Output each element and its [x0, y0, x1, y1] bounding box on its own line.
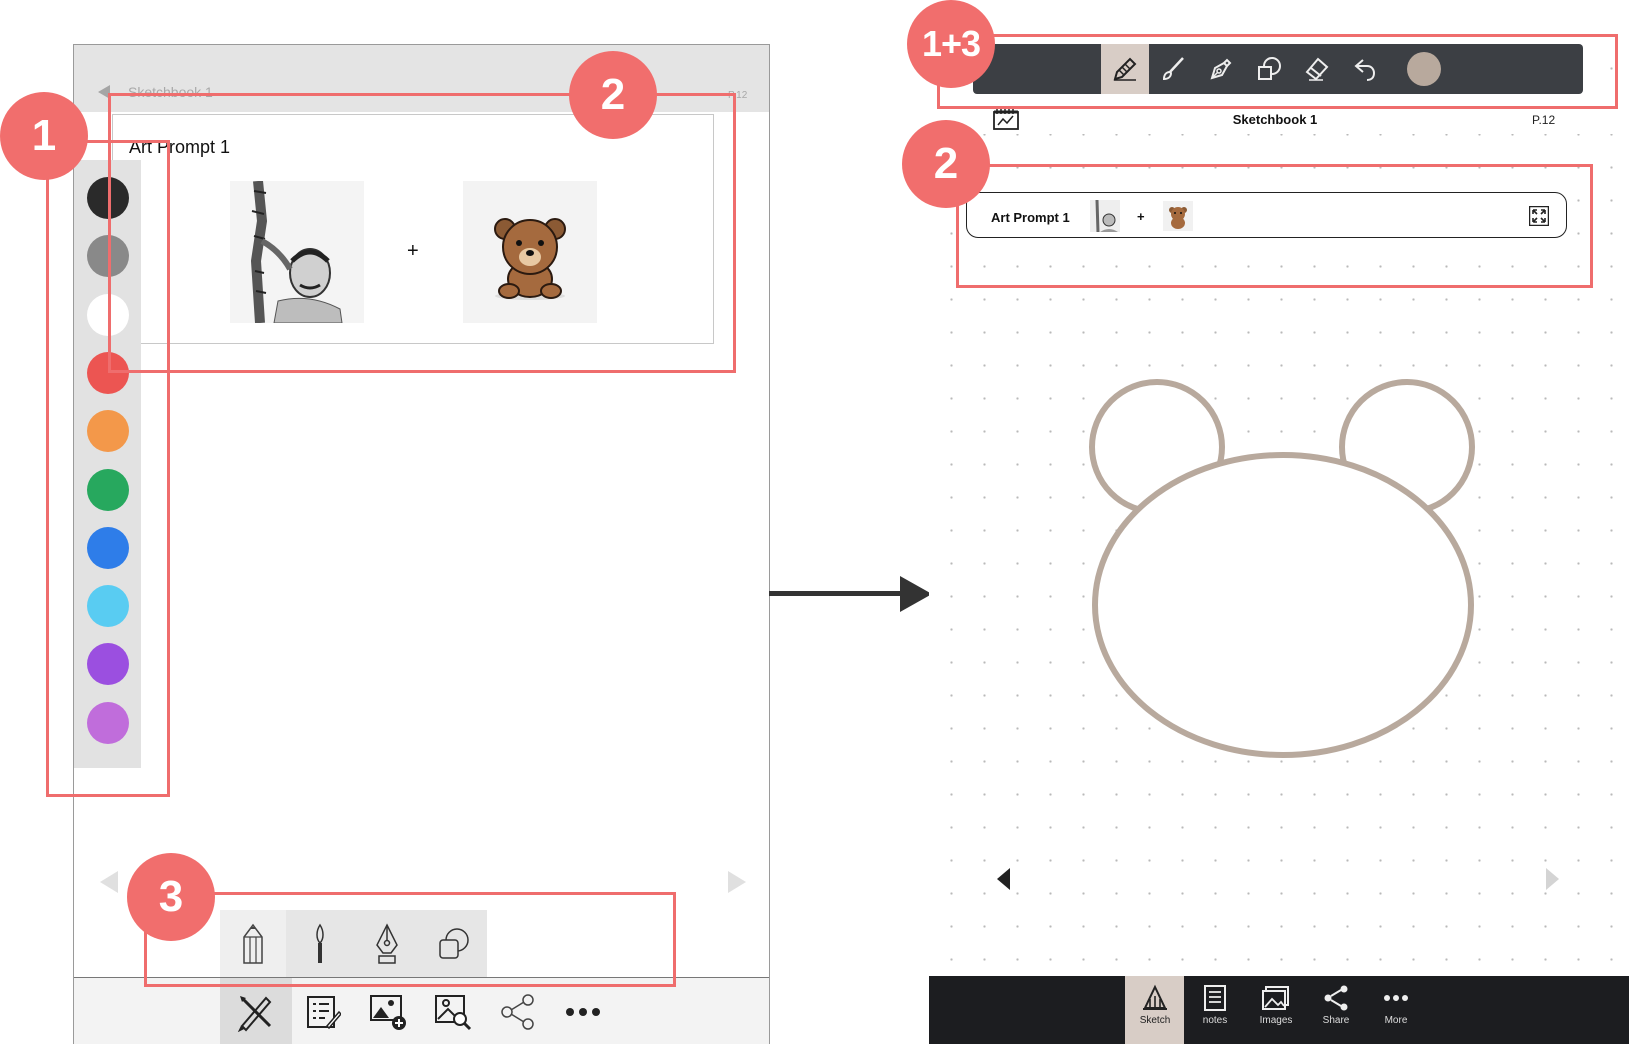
left-bottom-nav [74, 977, 769, 1044]
sketch-icon[interactable] [234, 990, 278, 1034]
badge-1-3: 1+3 [907, 0, 995, 88]
sketchbook-icon[interactable] [993, 108, 1019, 135]
sketch-icon [1143, 984, 1167, 1010]
bear-sketch-drawing[interactable] [929, 360, 1629, 780]
image-search-icon[interactable] [431, 990, 475, 1034]
notes-icon [1204, 985, 1226, 1011]
more-icon [1384, 995, 1408, 1001]
nav-notes[interactable]: notes [1185, 984, 1245, 1040]
left-next-page-icon[interactable] [728, 871, 746, 893]
right-next-page-icon[interactable] [1546, 868, 1559, 890]
share-icon [1324, 985, 1348, 1011]
nav-label: More [1384, 1015, 1408, 1026]
nav-label: Share [1322, 1015, 1350, 1026]
transition-arrow-icon [900, 576, 932, 612]
badge-2-right: 2 [902, 120, 990, 208]
nav-label: notes [1202, 1015, 1228, 1026]
add-image-icon[interactable] [366, 990, 410, 1034]
annotation-box-2-left [108, 93, 736, 373]
badge-1: 1 [0, 92, 88, 180]
right-prev-page-icon[interactable] [997, 868, 1010, 890]
badge-3: 3 [127, 853, 215, 941]
annotation-box-2-right [956, 164, 1593, 288]
left-prev-page-icon[interactable] [100, 871, 118, 893]
badge-2-left: 2 [569, 51, 657, 139]
images-icon [1262, 986, 1289, 1010]
nav-sketch[interactable]: Sketch [1125, 984, 1185, 1040]
more-icon[interactable] [561, 990, 605, 1034]
nav-label: Images [1259, 1015, 1293, 1026]
right-page-number: P.12 [1532, 113, 1556, 127]
annotation-box-3 [144, 892, 676, 987]
nav-images[interactable]: Images [1246, 984, 1306, 1040]
nav-label: Sketch [1139, 1015, 1171, 1026]
right-sketchbook-title: Sketchbook 1 [1232, 112, 1318, 127]
transition-arrow-line [769, 591, 901, 596]
annotation-box-1-3 [937, 34, 1618, 109]
share-icon[interactable] [496, 990, 540, 1034]
notes-icon[interactable] [301, 990, 345, 1034]
nav-more[interactable]: More [1366, 984, 1426, 1040]
nav-share[interactable]: Share [1306, 984, 1366, 1040]
